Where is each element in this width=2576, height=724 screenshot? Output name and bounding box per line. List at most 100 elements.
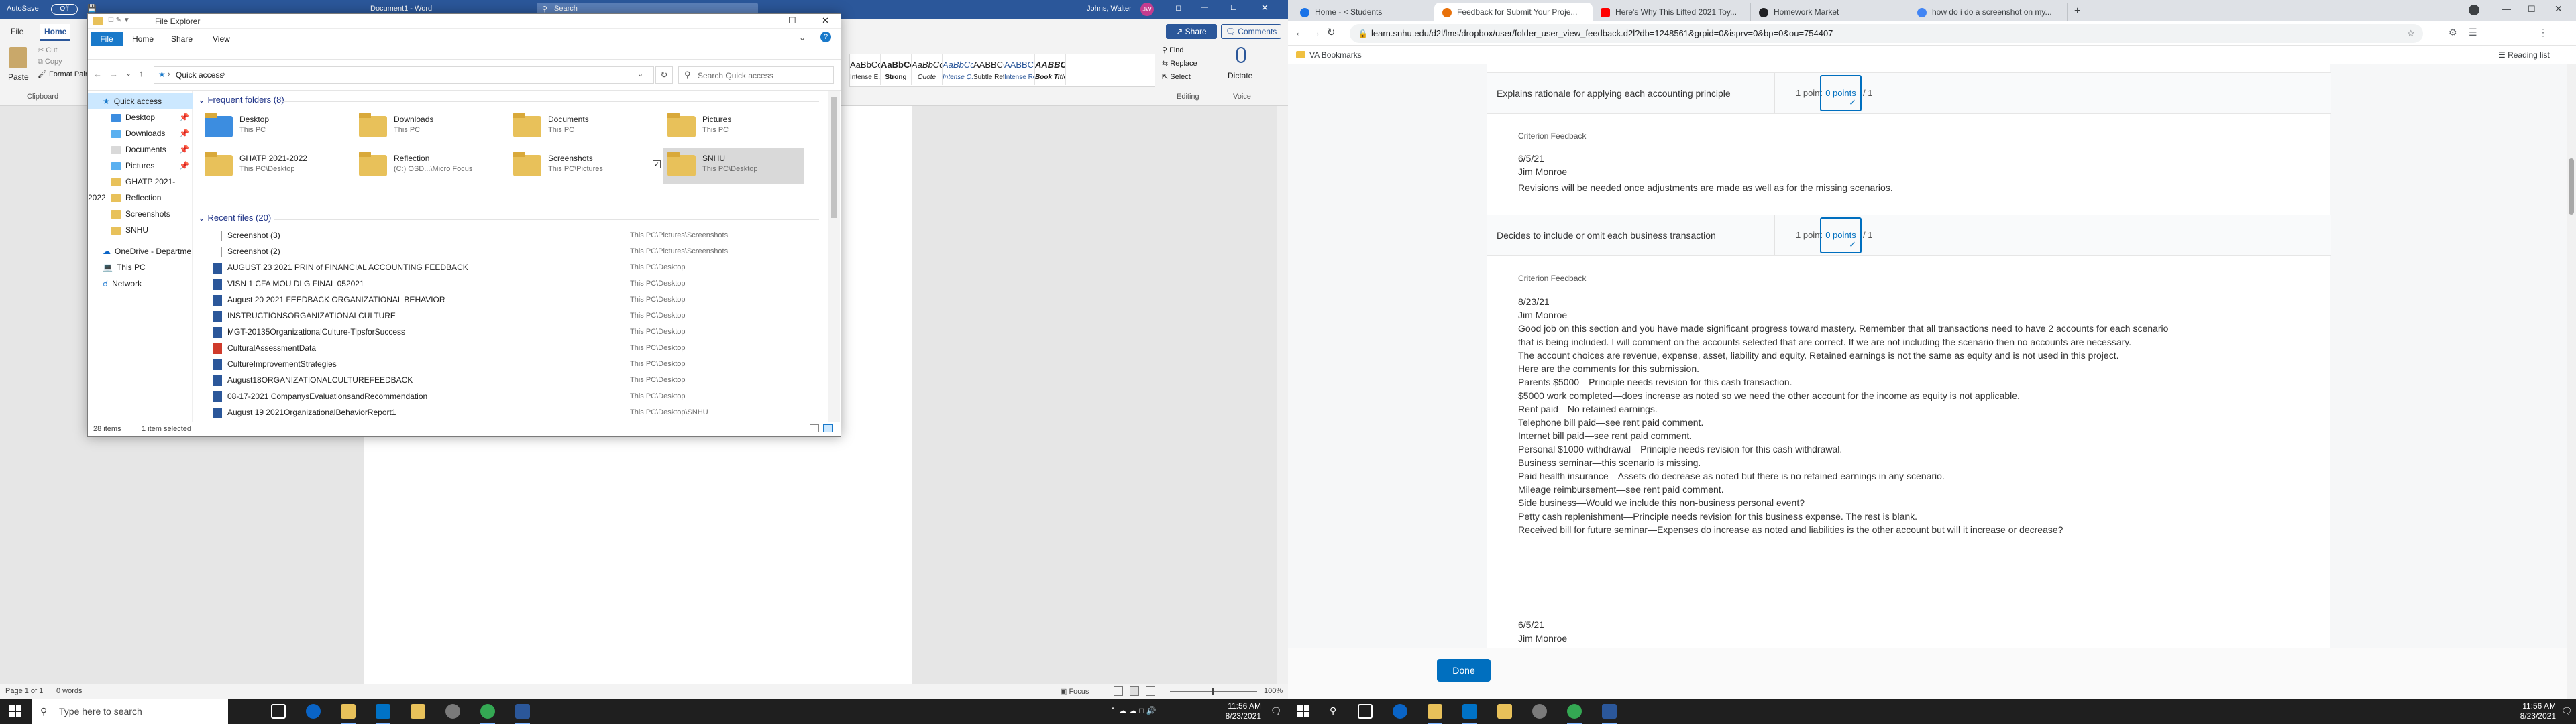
tab-homework-market[interactable]: Homework Market — [1751, 3, 1909, 21]
nav-item-pictures[interactable]: Pictures 📌 — [88, 158, 193, 174]
minimize-icon[interactable]: — — [759, 15, 767, 25]
address-dropdown-icon[interactable]: ⌄ — [637, 70, 643, 78]
paste-button[interactable]: Paste — [4, 43, 34, 90]
minimize-icon[interactable]: — — [2502, 4, 2511, 14]
read-mode-icon[interactable] — [1114, 686, 1123, 696]
recent-file-row[interactable]: VISN 1 CFA MOU DLG FINAL 052021 This PC\D… — [194, 276, 827, 292]
back-icon[interactable]: ← — [1295, 27, 1305, 38]
outlook-icon[interactable] — [1462, 704, 1477, 724]
expand-ribbon-icon[interactable]: ⌄ — [799, 33, 806, 42]
nav-item-network[interactable]: ☌ Network — [88, 276, 193, 292]
folder-icon[interactable] — [1497, 704, 1512, 719]
nav-item-documents[interactable]: Documents 📌 — [88, 141, 193, 158]
close-icon[interactable]: ✕ — [2555, 3, 2563, 15]
nav-item-screenshots[interactable]: Screenshots — [88, 206, 193, 222]
autosave-toggle[interactable]: Off — [51, 4, 78, 15]
find-button[interactable]: ⚲ Find — [1162, 46, 1184, 54]
done-button[interactable]: Done — [1437, 659, 1491, 682]
file-explorer-icon[interactable] — [1428, 704, 1442, 724]
folder-tile[interactable]: Downloads This PC — [355, 109, 496, 145]
address-bar[interactable]: 🔒 learn.snhu.edu/d2l/lms/dropbox/user/fo… — [1350, 24, 2423, 43]
notification-icon[interactable]: 🗨 — [1271, 706, 1282, 717]
avatar[interactable]: JW — [1140, 3, 1154, 16]
tab-youtube[interactable]: Here's Why This Lifted 2021 Toy... — [1593, 3, 1751, 21]
recent-file-row[interactable]: MGT-20135OrganizationalCulture-TipsforSu… — [194, 324, 827, 341]
cut-button[interactable]: ✂ Cut — [38, 46, 57, 54]
folder-tile[interactable]: Screenshots This PC\Pictures — [509, 148, 650, 184]
share-button[interactable]: ↗ Share — [1166, 24, 1217, 39]
help-icon[interactable]: ? — [820, 32, 831, 42]
folder-tile[interactable]: Documents This PC — [509, 109, 650, 145]
recent-file-row[interactable]: August 19 2021OrganizationalBehaviorRepo… — [194, 404, 827, 421]
recent-file-row[interactable]: Screenshot (2) This PC\Pictures\Screensho… — [194, 243, 827, 260]
tab-home-students[interactable]: Home - < Students — [1292, 3, 1434, 21]
new-tab-icon[interactable]: + — [2074, 5, 2080, 17]
recent-file-row[interactable]: INSTRUCTIONSORGANIZATIONALCULTURE This PC… — [194, 308, 827, 324]
level-one-point[interactable]: 1 point — [1796, 88, 1822, 98]
folder-icon[interactable] — [411, 704, 425, 719]
zoom-slider-thumb[interactable] — [1212, 688, 1214, 695]
refresh-icon[interactable]: ↻ — [655, 66, 673, 84]
level-one-point[interactable]: 1 point — [1796, 230, 1822, 240]
task-view-icon[interactable] — [271, 704, 286, 719]
chrome-icon[interactable] — [1567, 704, 1582, 724]
folder-tile[interactable]: Desktop This PC — [201, 109, 341, 145]
select-button[interactable]: ⇱ Select — [1162, 72, 1191, 81]
clock[interactable]: 11:56 AM 8/23/2021 — [2502, 701, 2556, 721]
dictate-button[interactable]: Dictate — [1225, 43, 1258, 87]
style-strong[interactable]: AaBbCcDc Strong — [881, 54, 912, 85]
close-icon[interactable]: ✕ — [822, 15, 829, 26]
maximize-icon[interactable]: ☐ — [2528, 4, 2536, 15]
level-zero-points-selected[interactable]: 0 points ✓ — [1820, 75, 1862, 111]
file-explorer-icon[interactable] — [341, 704, 356, 724]
nav-item-onedrive[interactable]: ☁ OneDrive - Departme — [88, 243, 193, 259]
explorer-scrollbar[interactable] — [828, 90, 840, 422]
scrollbar-thumb[interactable] — [831, 97, 837, 218]
web-layout-icon[interactable] — [1146, 686, 1155, 696]
extensions-icon[interactable]: ⚙ — [2449, 27, 2457, 38]
taskbar-search-box[interactable]: ⚲ Type here to search — [32, 699, 228, 724]
print-layout-icon[interactable] — [1130, 686, 1139, 696]
search-icon[interactable]: ⚲ — [1330, 705, 1336, 717]
style-intense-reference[interactable]: AABBCCDI Intense Re... — [1004, 54, 1035, 85]
folder-tile[interactable]: Reflection (C:) OSD...\Micro Focus — [355, 148, 496, 184]
profile-icon[interactable] — [2469, 5, 2479, 15]
outlook-icon[interactable] — [376, 704, 390, 724]
recent-file-row[interactable]: 08-17-2021 CompanysEvaluationsandRecomme… — [194, 388, 827, 405]
recent-file-row[interactable]: AUGUST 23 2021 PRIN of FINANCIAL ACCOUNT… — [194, 259, 827, 276]
level-zero-points-selected[interactable]: 0 points ✓ — [1820, 217, 1862, 253]
forward-icon[interactable]: → — [109, 69, 118, 79]
recent-file-row[interactable]: Screenshot (3) This PC\Pictures\Screensho… — [194, 227, 827, 244]
folder-tile-selected[interactable]: ✓ SNHU This PC\Desktop — [653, 148, 804, 184]
star-icon[interactable]: ☆ — [2407, 24, 2415, 43]
tab-google-search[interactable]: how do i do a screenshot on my... — [1909, 3, 2068, 21]
word-icon[interactable] — [515, 704, 530, 724]
recent-file-row[interactable]: August18ORGANIZATIONALCULTUREFEEDBACK Thi… — [194, 372, 827, 389]
reading-list-button[interactable]: ☰ Reading list — [2498, 46, 2550, 64]
save-icon[interactable]: 💾 — [87, 4, 97, 13]
comments-button[interactable]: 🗨 Comments — [1221, 24, 1281, 39]
word-count[interactable]: 0 words — [56, 687, 83, 695]
focus-button[interactable]: ▣ Focus — [1060, 687, 1089, 696]
recent-file-row[interactable]: CulturalAssessmentData This PC\Desktop — [194, 340, 827, 357]
recent-file-row[interactable]: August 20 2021 FEEDBACK ORGANIZATIONAL B… — [194, 292, 827, 308]
recent-file-row[interactable]: CultureImprovementStrategies This PC\Desk… — [194, 356, 827, 373]
edge-icon[interactable] — [306, 704, 321, 719]
tab-view[interactable]: View — [213, 34, 230, 44]
folder-tile[interactable]: Pictures This PC — [663, 109, 804, 145]
copy-button[interactable]: ⧉ Copy — [38, 58, 62, 66]
nav-item-desktop[interactable]: Desktop 📌 — [88, 109, 193, 125]
style-quote[interactable]: AaBbCcDc Quote — [912, 54, 943, 85]
style-intense-emphasis[interactable]: AaBbCcDc Intense E... — [850, 54, 881, 85]
nav-item-snhu[interactable]: SNHU — [88, 222, 193, 238]
search-input[interactable]: ⚲ Search Quick access — [678, 66, 834, 84]
word-icon[interactable] — [1602, 704, 1617, 724]
nav-item-ghatp[interactable]: GHATP 2021-2022 — [88, 174, 193, 202]
address-bar[interactable]: ★ › Quick access › ⌄ — [154, 66, 654, 84]
tiles-view-icon[interactable] — [823, 424, 833, 432]
maximize-icon[interactable]: ☐ — [788, 15, 796, 26]
replace-button[interactable]: ⇆ Replace — [1162, 59, 1197, 68]
style-book-title[interactable]: AABBCCDI Book Title — [1035, 54, 1066, 85]
tab-home[interactable]: Home — [40, 24, 71, 41]
close-icon[interactable]: ✕ — [1261, 3, 1269, 13]
